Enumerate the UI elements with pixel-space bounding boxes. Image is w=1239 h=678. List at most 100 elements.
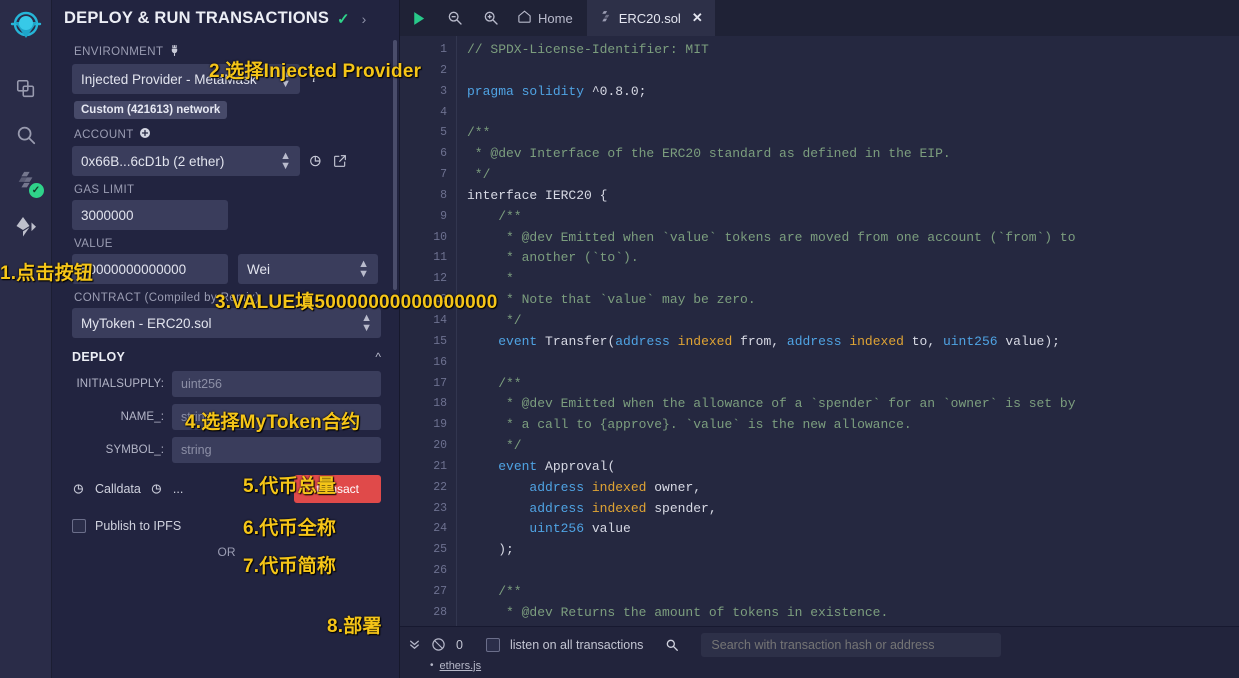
code-token: * @dev Emitted when the allowance of a `…	[467, 396, 1076, 412]
copy-parameters-icon[interactable]	[150, 482, 164, 496]
code-line[interactable]: *	[467, 269, 1239, 290]
code-line[interactable]	[467, 61, 1239, 82]
code-token: owner,	[646, 479, 702, 495]
code-line[interactable]	[467, 353, 1239, 374]
code-line[interactable]: * a call to {approve}. `value` is the ne…	[467, 415, 1239, 436]
account-select[interactable]: 0x66B...6cD1b (2 ether) ▲ ▼	[72, 146, 300, 176]
run-script-icon[interactable]	[400, 10, 437, 27]
code-line[interactable]: /**	[467, 207, 1239, 228]
code-line[interactable]: * @dev Returns the amount of tokens in e…	[467, 603, 1239, 624]
home-tab-label: Home	[538, 10, 573, 26]
chevron-updown-icon: ▲ ▼	[358, 258, 369, 280]
publish-ipfs-checkbox[interactable]	[72, 519, 86, 533]
code-line[interactable]: */	[467, 436, 1239, 457]
code-content[interactable]: // SPDX-License-Identifier: MIT pragma s…	[456, 36, 1239, 626]
code-line[interactable]: * Note that `value` may be zero.	[467, 290, 1239, 311]
sidebar-item-solidity-compiler[interactable]: ✓	[4, 158, 48, 204]
copy-icon[interactable]	[308, 153, 324, 169]
search-icon[interactable]	[665, 638, 679, 652]
line-number: 15	[433, 334, 447, 348]
copy-calldata-icon[interactable]	[72, 482, 86, 496]
clear-console-icon[interactable]	[431, 637, 446, 652]
code-line[interactable]: * @dev Emitted when `value` tokens are m…	[467, 228, 1239, 249]
param-input-symbol[interactable]: string	[172, 437, 381, 463]
tab-erc20-sol[interactable]: ERC20.sol ✕	[586, 0, 715, 36]
sidebar-item-deploy-run[interactable]	[4, 204, 48, 250]
transact-button[interactable]: transact	[294, 475, 381, 503]
code-line[interactable]: /**	[467, 582, 1239, 603]
chevron-up-icon[interactable]: ^	[375, 350, 381, 364]
chevron-updown-icon: ▲ ▼	[361, 312, 372, 334]
publish-ipfs-row[interactable]: Publish to IPFS	[72, 519, 381, 533]
code-line[interactable]: uint256 value	[467, 519, 1239, 540]
home-tab[interactable]: Home	[509, 9, 587, 27]
code-line[interactable]: interface IERC20 {	[467, 186, 1239, 207]
line-number: 16	[433, 355, 447, 369]
line-number: 14	[433, 313, 447, 327]
account-label-text: ACCOUNT	[74, 128, 134, 141]
panel-scrollbar[interactable]	[393, 40, 397, 290]
gas-limit-input[interactable]: 3000000	[72, 200, 228, 230]
code-line[interactable]: address indexed owner,	[467, 478, 1239, 499]
sidebar-item-file-explorer[interactable]	[4, 66, 48, 112]
code-token: * @dev Interface of the ERC20 standard a…	[467, 146, 951, 162]
line-number: 17	[433, 376, 447, 390]
remix-logo	[4, 6, 48, 50]
environment-select[interactable]: Injected Provider - MetaMask ▲ ▼	[72, 64, 300, 94]
line-number: 13	[433, 293, 447, 307]
line-number: 22	[433, 480, 447, 494]
value-unit-select[interactable]: Wei ▲ ▼	[238, 254, 378, 284]
line-number: 11	[433, 251, 447, 265]
param-row: NAME_: string	[72, 404, 381, 430]
chevron-updown-icon: ▲ ▼	[280, 150, 291, 172]
listen-transactions-checkbox[interactable]	[486, 637, 500, 652]
environment-row: Injected Provider - MetaMask ▲ ▼ i	[72, 64, 381, 94]
code-line[interactable]: /**	[467, 374, 1239, 395]
code-line[interactable]	[467, 561, 1239, 582]
value-input[interactable]: 50000000000000	[72, 254, 228, 284]
remix-ide-window: ✓ DEPLOY & RUN TRANSACTIONS ✓ › ENVIRONM…	[0, 0, 1239, 678]
sidebar-item-search[interactable]	[4, 112, 48, 158]
code-token: address	[786, 333, 842, 349]
chevron-right-icon[interactable]: ›	[362, 11, 367, 27]
terminal-log-text[interactable]: ethers.js	[440, 660, 482, 672]
close-icon[interactable]: ✕	[692, 10, 703, 26]
code-token: address	[615, 333, 670, 349]
pending-transactions-count: 0	[456, 637, 463, 652]
code-line[interactable]: /**	[467, 123, 1239, 144]
chevron-double-down-icon[interactable]	[408, 638, 421, 651]
account-label: ACCOUNT	[74, 127, 381, 142]
contract-select[interactable]: MyToken - ERC20.sol ▲ ▼	[72, 308, 381, 338]
code-line[interactable]: event Transfer(address indexed from, add…	[467, 332, 1239, 353]
param-input-name[interactable]: string	[172, 404, 381, 430]
code-line[interactable]: pragma solidity ^0.8.0;	[467, 82, 1239, 103]
param-row: INITIALSUPPLY: uint256	[72, 371, 381, 397]
code-line[interactable]: */	[467, 311, 1239, 332]
code-line[interactable]: * @dev Interface of the ERC20 standard a…	[467, 144, 1239, 165]
terminal-search-input[interactable]	[701, 632, 1002, 657]
environment-info-icon[interactable]: i	[308, 71, 320, 87]
code-line[interactable]: * another (`to`).	[467, 248, 1239, 269]
line-number: 25	[433, 543, 447, 557]
code-line[interactable]: address indexed spender,	[467, 499, 1239, 520]
zoom-in-icon[interactable]	[473, 10, 509, 26]
add-account-icon[interactable]	[139, 127, 151, 142]
terminal-toolbar: 0 listen on all transactions	[408, 632, 1239, 658]
code-line[interactable]	[467, 103, 1239, 124]
contract-value: MyToken - ERC20.sol	[81, 315, 212, 331]
code-line[interactable]: );	[467, 540, 1239, 561]
code-editor[interactable]: 1 2 3 4 5 6 7 8 9 10 11 12 13 14 15 16 17 18 19 20 21 22 23 24 2…	[400, 36, 1239, 626]
code-line[interactable]: // SPDX-License-Identifier: MIT	[467, 40, 1239, 61]
line-number: 26	[433, 564, 447, 578]
code-token: indexed	[677, 333, 733, 349]
code-line[interactable]: * @dev Emitted when the allowance of a `…	[467, 394, 1239, 415]
zoom-out-icon[interactable]	[437, 10, 473, 26]
edit-icon[interactable]	[332, 153, 348, 169]
line-number-gutter: 1 2 3 4 5 6 7 8 9 10 11 12 13 14 15 16 17 18 19 20 21 22 23 24 2…	[400, 36, 456, 626]
param-input-initialsupply[interactable]: uint256	[172, 371, 381, 397]
code-token: /**	[467, 375, 522, 391]
code-line[interactable]: event Approval(	[467, 457, 1239, 478]
code-line[interactable]: */	[467, 165, 1239, 186]
